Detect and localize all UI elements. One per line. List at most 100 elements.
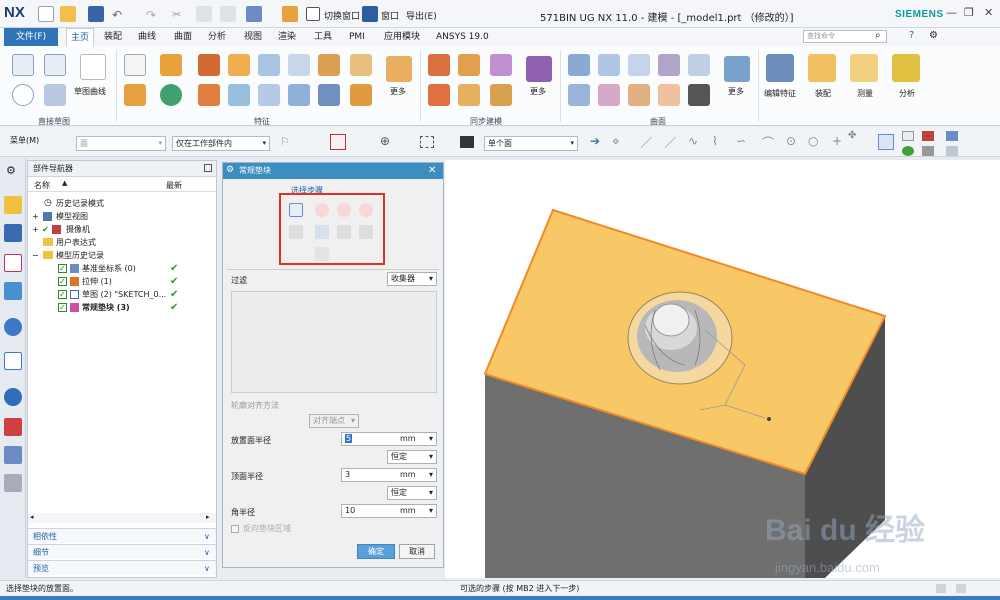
switch-window-label[interactable]: 切换窗口 [324,9,360,22]
sew-icon[interactable] [658,84,680,106]
snap-endpoint-icon[interactable]: ⋄ [612,134,620,148]
assembly-icon[interactable] [808,54,836,82]
assembly-navigator-icon[interactable] [4,224,22,242]
filter-select[interactable]: 收集器 ▾ [387,272,437,286]
snap-quadrant-icon[interactable]: ○ [808,134,818,148]
menu-dropdown[interactable]: 菜单(M) [10,135,39,146]
chevron-down-icon[interactable]: ∨ [204,561,210,576]
maximize-icon[interactable]: ❐ [964,6,974,19]
more-sync-icon[interactable] [526,56,552,82]
visible-check-icon[interactable]: ✔ [42,223,49,236]
reuse-library-icon[interactable] [4,282,22,300]
step-align-icon[interactable] [359,225,373,239]
offset-surface-icon[interactable] [598,84,620,106]
status-icon[interactable] [956,584,966,593]
visible-checkbox[interactable] [58,301,67,314]
search-icon[interactable]: ⌕ [875,30,881,41]
new-file-icon[interactable] [38,6,54,22]
measure-icon[interactable] [850,54,878,82]
align-method-select[interactable]: 对齐端点 ▾ [309,414,359,428]
select-box-icon[interactable] [420,136,434,148]
sweep-icon[interactable] [258,84,280,106]
step-extra-icon[interactable] [315,247,329,261]
collapse-icon[interactable]: − [32,249,39,262]
analysis-icon[interactable] [892,54,920,82]
snap-intersect-icon[interactable]: ✤ [848,130,856,141]
graphics-viewport[interactable]: Bai du 经验 jingyan.baidu.com [445,160,1000,578]
open-folder-icon[interactable] [60,6,76,22]
snap-spline-icon[interactable]: ⌇ [712,134,718,148]
render-style-icon[interactable] [902,131,914,141]
web-browser-icon[interactable] [4,352,22,370]
top-radius-mode-select[interactable]: 恒定 ▾ [387,486,437,500]
fit-view-icon[interactable] [878,134,894,150]
tab-surface[interactable]: 曲面 [170,28,196,46]
work-layer-icon[interactable] [946,131,958,141]
ok-button[interactable]: 确定 [357,544,395,559]
step-target-body-icon[interactable] [289,225,303,239]
tree-row[interactable]: + ✔ 摄像机 [28,223,216,236]
part-navigator-icon[interactable] [4,196,22,214]
step-place-outline-icon[interactable] [315,203,329,217]
face-rule-select[interactable]: 单个面 ▾ [484,136,578,151]
tree-row[interactable]: 基准坐标系 (0) ✔ [28,262,216,275]
status-icon[interactable] [936,584,946,593]
more-surface-icon[interactable] [724,56,750,82]
place-radius-input[interactable]: 5 mm ▾ [341,432,437,446]
tab-pmi[interactable]: PMI [345,28,369,46]
tree-row[interactable]: ◷ 历史记录模式 [28,197,216,210]
horizontal-scrollbar[interactable]: ◂ ▸ [28,513,216,523]
shell-icon[interactable] [228,84,250,106]
step-top-outline-icon[interactable] [359,203,373,217]
chevron-down-icon[interactable]: ▾ [429,469,433,481]
snap-tangent-icon[interactable]: ⌒ [762,134,774,151]
settings-icon[interactable]: ⚙ [226,165,234,175]
touch-mode-icon[interactable] [282,6,298,22]
step-placement-face-icon[interactable] [289,203,303,217]
filter-icon[interactable]: ⚐ [280,135,290,148]
extrude-icon[interactable] [160,54,182,76]
trim-body-icon[interactable] [288,84,310,106]
redo-icon[interactable]: ↷ [146,8,162,24]
pull-face-icon[interactable] [458,54,480,76]
history-icon[interactable] [4,318,22,336]
arrow-right-icon[interactable]: ➔ [590,134,600,148]
tab-home[interactable]: 主页 [66,28,95,46]
sketch-curve-label[interactable]: 草图曲线 [74,86,106,97]
replace-face-icon[interactable] [428,84,450,106]
tab-view[interactable]: 视图 [240,28,266,46]
measure-label[interactable]: 测量 [857,88,873,99]
n-sided-icon[interactable] [658,54,680,76]
resize-blend-icon[interactable] [490,84,512,106]
step-top-face-icon[interactable] [337,203,351,217]
tab-tools[interactable]: 工具 [310,28,336,46]
selection-scope-select[interactable]: 仅在工作部件内 ▾ [172,136,270,151]
studio-surface-icon[interactable] [598,54,620,76]
switch-window-icon[interactable] [306,7,320,21]
clock-icon[interactable] [4,388,22,406]
select-region-icon[interactable] [460,136,474,148]
maximize-icon[interactable] [204,164,212,172]
bounded-plane-icon[interactable] [568,84,590,106]
sketch-icon[interactable] [12,54,34,76]
more-features-label[interactable]: 更多 [390,86,406,97]
scroll-right-icon[interactable]: ▸ [206,513,210,521]
help-icon[interactable]: ? [909,30,914,41]
tab-render[interactable]: 渲染 [274,28,300,46]
more-surface-label[interactable]: 更多 [728,86,744,97]
orient-view-icon[interactable] [922,131,934,141]
edge-blend-icon[interactable] [350,54,372,76]
revolve-icon[interactable] [124,84,146,106]
roles-icon[interactable] [4,446,22,464]
scroll-left-icon[interactable]: ◂ [30,513,34,521]
tree-row[interactable]: 拉伸 (1) ✔ [28,275,216,288]
edit-feature-icon[interactable] [766,54,794,82]
panel-details[interactable]: 细节 ∨ [28,544,216,559]
chevron-down-icon[interactable]: ∨ [204,529,210,544]
assembly-label[interactable]: 装配 [815,88,831,99]
top-radius-input[interactable]: 3 mm ▾ [341,468,437,482]
sketch-curve-icon[interactable] [80,54,106,80]
datum-csys-icon[interactable] [160,84,182,106]
analysis-label[interactable]: 分析 [899,88,915,99]
minimize-icon[interactable]: — [946,6,957,19]
